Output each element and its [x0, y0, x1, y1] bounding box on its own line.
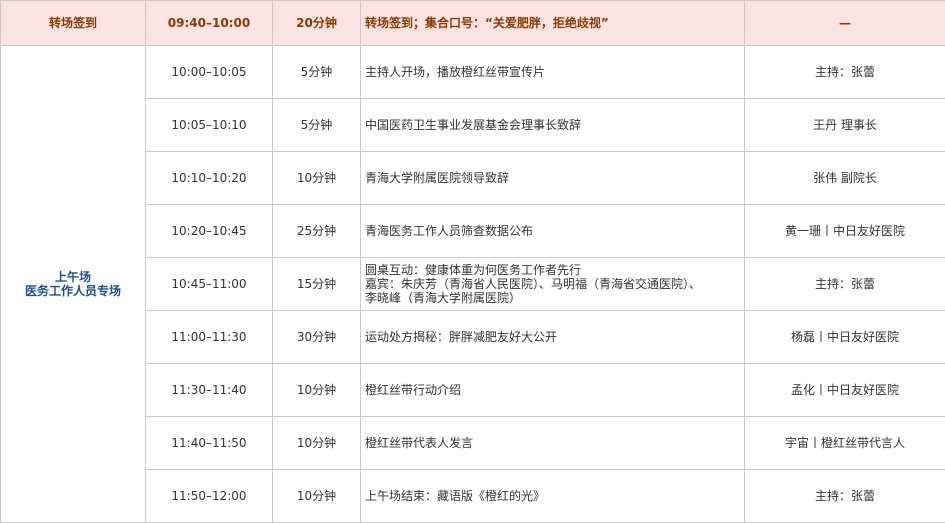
duration-cell: 30分钟 — [272, 310, 361, 364]
duration-cell: 10分钟 — [272, 363, 361, 417]
duration-cell: 10分钟 — [272, 469, 361, 523]
duration-cell: 15分钟 — [272, 257, 361, 311]
content-line: 主持人开场，播放橙红丝带宣传片 — [365, 65, 546, 79]
duration-cell: 5分钟 — [272, 98, 361, 152]
checkin-row: 转场签到 09:40–10:00 20分钟 转场签到；集合口号：“关爱肥胖，拒绝… — [0, 0, 945, 46]
content-cell: 圆桌互动：健康体重为何医务工作者先行 嘉宾：朱庆芳（青海省人民医院）、马明福（青海… — [360, 257, 745, 311]
duration-cell: 5分钟 — [272, 45, 361, 99]
person-cell: 宇宙丨橙红丝带代言人 — [744, 416, 945, 470]
time-cell: 10:45–11:00 — [145, 257, 273, 311]
person-cell: 主持：张蕾 — [744, 257, 945, 311]
time-cell: 11:50–12:00 — [145, 469, 273, 523]
content-line: 上午场结束：藏语版《橙红的光》 — [365, 489, 546, 503]
checkin-label: 转场签到 — [0, 0, 146, 46]
person-cell: 主持：张蕾 — [744, 469, 945, 523]
checkin-time: 09:40–10:00 — [145, 0, 273, 46]
session-label-line1: 上午场 — [54, 270, 91, 284]
content-line: 橙红丝带行动介绍 — [365, 383, 462, 397]
checkin-content: 转场签到；集合口号：“关爱肥胖，拒绝歧视” — [360, 0, 745, 46]
content-line: 青海医务工作人员筛查数据公布 — [365, 224, 534, 238]
person-cell: 孟化丨中日友好医院 — [744, 363, 945, 417]
time-cell: 10:10–10:20 — [145, 151, 273, 205]
session-label-line2: 医务工作人员专场 — [24, 284, 121, 298]
content-line: 青海大学附属医院领导致辞 — [365, 171, 510, 185]
checkin-duration: 20分钟 — [272, 0, 361, 46]
time-cell: 11:30–11:40 — [145, 363, 273, 417]
person-cell: 王丹 理事长 — [744, 98, 945, 152]
content-line: 橙红丝带代表人发言 — [365, 436, 474, 450]
person-cell: 黄一珊丨中日友好医院 — [744, 204, 945, 258]
content-cell: 青海医务工作人员筛查数据公布 — [360, 204, 745, 258]
time-cell: 10:00–10:05 — [145, 45, 273, 99]
time-cell: 11:00–11:30 — [145, 310, 273, 364]
content-line: 李晓峰（青海大学附属医院） — [365, 291, 522, 305]
content-cell: 上午场结束：藏语版《橙红的光》 — [360, 469, 745, 523]
schedule-body: 转场签到 09:40–10:00 20分钟 转场签到；集合口号：“关爱肥胖，拒绝… — [0, 0, 945, 523]
duration-cell: 10分钟 — [272, 416, 361, 470]
content-line: 圆桌互动：健康体重为何医务工作者先行 — [365, 263, 582, 277]
content-cell: 橙红丝带代表人发言 — [360, 416, 745, 470]
checkin-person: — — [744, 0, 945, 46]
content-cell: 中国医药卫生事业发展基金会理事长致辞 — [360, 98, 745, 152]
session-label: 上午场 医务工作人员专场 — [0, 45, 146, 523]
duration-cell: 25分钟 — [272, 204, 361, 258]
person-cell: 主持：张蕾 — [744, 45, 945, 99]
duration-cell: 10分钟 — [272, 151, 361, 205]
content-line: 嘉宾：朱庆芳（青海省人民医院）、马明福（青海省交通医院）、 — [365, 277, 702, 291]
content-cell: 运动处方揭秘：胖胖减肥友好大公开 — [360, 310, 745, 364]
person-cell: 张伟 副院长 — [744, 151, 945, 205]
content-cell: 主持人开场，播放橙红丝带宣传片 — [360, 45, 745, 99]
time-cell: 10:20–10:45 — [145, 204, 273, 258]
time-cell: 11:40–11:50 — [145, 416, 273, 470]
content-line: 中国医药卫生事业发展基金会理事长致辞 — [365, 118, 582, 132]
time-cell: 10:05–10:10 — [145, 98, 273, 152]
person-cell: 杨磊丨中日友好医院 — [744, 310, 945, 364]
program-row: 上午场 医务工作人员专场 10:00–10:05 5分钟 主持人开场，播放橙红丝带宣传片… — [0, 45, 945, 523]
content-cell: 青海大学附属医院领导致辞 — [360, 151, 745, 205]
schedule-table: 转场签到 09:40–10:00 20分钟 转场签到；集合口号：“关爱肥胖，拒绝… — [0, 0, 945, 523]
content-cell: 橙红丝带行动介绍 — [360, 363, 745, 417]
content-line: 运动处方揭秘：胖胖减肥友好大公开 — [365, 330, 558, 344]
